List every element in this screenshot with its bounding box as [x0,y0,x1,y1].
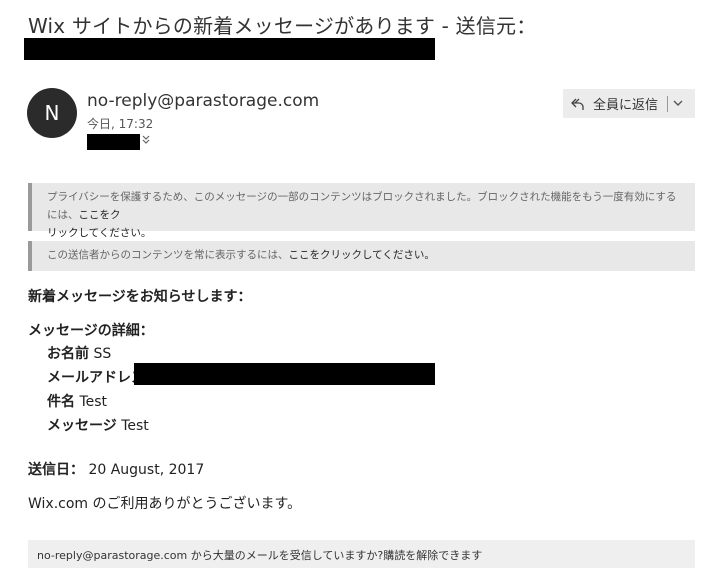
field-message-value: Test [121,418,149,434]
field-subject-key: 件名 [47,394,75,410]
thanks-text: Wix.com のご利用ありがとうございます。 [28,496,302,512]
field-subject-value: Test [79,394,108,410]
bulk-mail-text: no-reply@parastorage.com から大量のメールを受信していま… [37,549,384,562]
reply-all-button[interactable]: 全員に返信 [563,89,695,118]
email-subject: Wix サイトからの新着メッセージがあります - 送信元： [28,14,537,38]
redacted-recipient [87,134,140,150]
received-date: 今日, 17:32 [87,117,154,131]
privacy-notice-text: プライバシーを保護するため、このメッセージの一部のコンテンツはブロックされました… [47,191,677,221]
redacted-subject-sender [24,38,435,60]
sent-date-label: 送信日： [28,462,84,478]
field-name-key: お名前 [47,346,89,362]
sender-content-notice: この送信者からのコンテンツを常に表示するには、ここをクリックしてください。 [28,241,695,271]
privacy-notice: プライバシーを保護するため、このメッセージの一部のコンテンツはブロックされました… [28,183,695,239]
field-subject: 件名 Test [47,391,107,411]
sent-date-line: 送信日： 20 August, 2017 [28,459,204,479]
unsubscribe-link[interactable]: 購読を解除できます [383,549,482,562]
details-heading: メッセージの詳細： [28,323,154,339]
redacted-email-value [134,363,435,385]
field-name-value: SS [93,346,112,362]
reply-all-icon [571,97,585,111]
sent-date-value: 20 August, 2017 [88,462,205,478]
privacy-enable-link-a[interactable]: ここをク [79,209,121,221]
sender-avatar[interactable]: N [27,88,77,138]
field-message: メッセージ Test [47,415,149,435]
field-email-key: メールアドレス [47,370,145,386]
reply-all-label: 全員に返信 [593,98,659,113]
field-message-key: メッセージ [47,418,117,434]
intro-text: 新着メッセージをお知らせします： [28,289,252,305]
unsubscribe-bar: no-reply@parastorage.com から大量のメールを受信していま… [28,540,695,568]
reply-divider [667,95,669,112]
sender-address[interactable]: no-reply@parastorage.com [87,91,319,111]
always-show-link[interactable]: ここをクリックしてください。 [289,249,435,261]
field-email: メールアドレス [47,367,145,387]
sender-notice-text: この送信者からのコンテンツを常に表示するには、 [47,249,289,261]
expand-recipients-icon[interactable] [142,135,150,148]
privacy-enable-link-b[interactable]: リックしてください。 [47,227,151,239]
reply-options-chevron-icon[interactable] [673,97,683,110]
field-name: お名前 SS [47,343,111,363]
